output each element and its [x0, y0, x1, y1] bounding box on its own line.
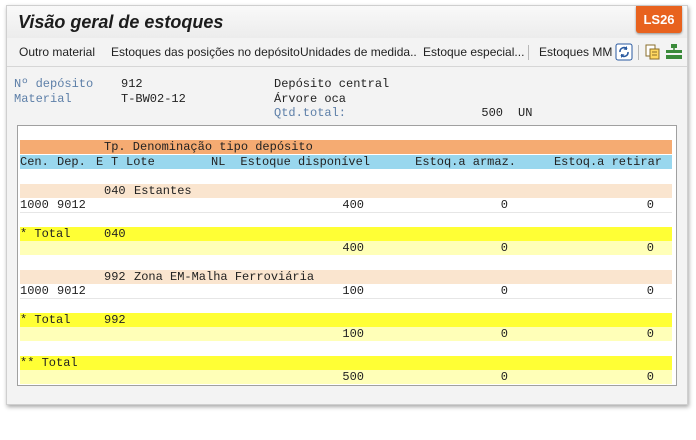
grand-total-retirar: 0	[646, 370, 654, 384]
subtotal-armaz: 0	[500, 241, 508, 255]
transaction-code-badge: LS26	[636, 6, 682, 33]
cell-disp: 100	[342, 284, 364, 298]
cell-dep: 9012	[57, 198, 86, 212]
header-nl: NL	[211, 155, 226, 169]
deposito-value: 912	[121, 77, 143, 91]
cell-armaz: 0	[500, 198, 508, 212]
header-cen: Cen.	[20, 155, 49, 169]
cell-armaz: 0	[500, 284, 508, 298]
header-estoq-armaz: Estoq.a armaz.	[415, 155, 516, 169]
estoque-especial-button[interactable]: Estoque especial...	[423, 45, 524, 59]
cell-dep: 9012	[57, 284, 86, 298]
grand-total-values-row[interactable]: 500 0 0	[20, 370, 672, 384]
toolbar-separator	[528, 45, 529, 60]
table-row[interactable]: 1000 9012 400 0 0	[20, 198, 672, 213]
group-type-desc: Zona EM-Malha Ferroviária	[134, 270, 315, 284]
application-toolbar: Outro material Estoques das posições no …	[7, 39, 687, 67]
deposito-description: Depósito central	[274, 77, 390, 91]
subtotal-retirar: 0	[646, 241, 654, 255]
outro-material-button[interactable]: Outro material	[19, 45, 95, 59]
subtotal-values-row-992[interactable]: 100 0 0	[20, 327, 672, 341]
main-window: Visão geral de estoques LS26 Outro mater…	[6, 5, 688, 405]
subtotal-disp: 100	[342, 327, 364, 341]
grand-total-disp: 500	[342, 370, 364, 384]
header-tp-denominacao: Tp. Denominação tipo depósito	[104, 140, 313, 154]
estoques-posicoes-button[interactable]: Estoques das posições no depósito	[111, 45, 300, 59]
table-row[interactable]: 1000 9012 100 0 0	[20, 284, 672, 299]
subtotal-row-040[interactable]: * Total 040	[20, 227, 672, 241]
qtd-total-label: Qtd.total:	[274, 106, 347, 120]
unidades-medida-button[interactable]: Unidades de medida..	[300, 45, 417, 59]
group-row-040[interactable]: 040 Estantes	[20, 184, 672, 198]
cell-retirar: 0	[646, 284, 654, 298]
header-lote: Lote	[126, 155, 155, 169]
cell-cen: 1000	[20, 198, 49, 212]
material-value: T-BW02-12	[121, 92, 186, 106]
header-estoq-retirar: Estoq.a retirar	[553, 155, 662, 169]
material-label: Material	[14, 92, 72, 106]
toolbar-separator	[638, 45, 639, 60]
copy-icon[interactable]	[644, 43, 662, 61]
group-type-code: 040	[104, 184, 126, 198]
estoques-mm-button[interactable]: Estoques MM	[539, 45, 612, 59]
group-type-code: 992	[104, 270, 126, 284]
deposito-label: Nº depósito	[14, 77, 94, 91]
group-row-992[interactable]: 992 Zona EM-Malha Ferroviária	[20, 270, 672, 284]
qtd-total-unit: UN	[518, 106, 533, 120]
refresh-icon[interactable]	[615, 43, 633, 61]
subtotal-retirar: 0	[646, 327, 654, 341]
grid-header-row-2: Cen. Dep. E T Lote NL Estoque disponível…	[20, 155, 672, 169]
title-bar: Visão geral de estoques LS26	[7, 6, 687, 38]
subtotal-label: * Total	[20, 313, 71, 327]
cell-disp: 400	[342, 198, 364, 212]
subtotal-code: 992	[104, 313, 126, 327]
header-e: E	[96, 155, 104, 169]
subtotal-row-992[interactable]: * Total 992	[20, 313, 672, 327]
header-t: T	[111, 155, 119, 169]
cell-retirar: 0	[646, 198, 654, 212]
cell-cen: 1000	[20, 284, 49, 298]
subtotal-values-row-040[interactable]: 400 0 0	[20, 241, 672, 255]
grid-header-row-1: Tp. Denominação tipo depósito	[20, 140, 672, 154]
stock-grid: Tp. Denominação tipo depósito Cen. Dep. …	[17, 125, 677, 386]
hierarchy-icon[interactable]	[665, 43, 683, 61]
material-description: Árvore oca	[274, 92, 347, 106]
subtotal-disp: 400	[342, 241, 364, 255]
grand-total-armaz: 0	[500, 370, 508, 384]
subtotal-label: * Total	[20, 227, 71, 241]
subtotal-code: 040	[104, 227, 126, 241]
qtd-total-value: 500	[481, 106, 503, 120]
page-title: Visão geral de estoques	[18, 12, 224, 32]
header-dep: Dep.	[57, 155, 86, 169]
group-type-desc: Estantes	[134, 184, 192, 198]
header-fields: Nº depósito 912 Depósito central Materia…	[7, 68, 687, 122]
subtotal-armaz: 0	[500, 327, 508, 341]
grand-total-row[interactable]: ** Total	[20, 356, 672, 370]
header-estoque-disponivel: Estoque disponível	[240, 155, 370, 169]
grand-total-label: ** Total	[20, 356, 78, 370]
